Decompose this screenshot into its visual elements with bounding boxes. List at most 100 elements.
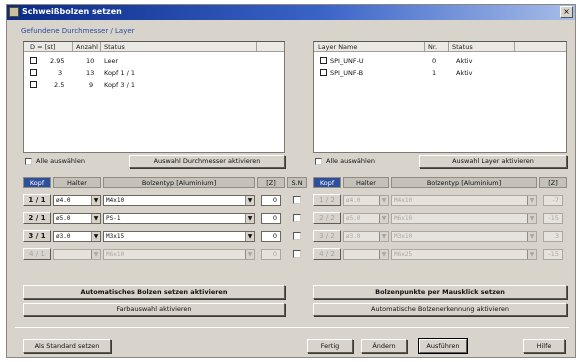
z-input[interactable]: 0 [261, 249, 281, 260]
layer-list[interactable]: Layer Name Nr. Status SPI_UNF-U 0 Aktiv … [313, 41, 567, 153]
halter-select[interactable]: ▼ [53, 249, 101, 260]
col-header-kopf-right: Kopf [313, 177, 341, 188]
halter-select[interactable]: ▼ [343, 249, 389, 260]
done-button[interactable]: Fertig [307, 339, 353, 353]
z-input[interactable]: 0 [261, 195, 281, 206]
list-item[interactable]: 3 13 Kopf 1 / 1 [24, 68, 284, 78]
chevron-down-icon[interactable]: ▼ [245, 214, 254, 223]
sn-checkbox[interactable] [293, 214, 301, 222]
chevron-down-icon[interactable]: ▼ [245, 232, 254, 241]
bolzentyp-select[interactable]: M4x10 ▼ [391, 195, 537, 206]
kopf-button[interactable]: 4 / 2 [313, 248, 341, 260]
halter-select[interactable]: ø3.0 ▼ [53, 231, 101, 242]
kopf-button[interactable]: 1 / 1 [23, 194, 51, 206]
bolzen-value: M4x10 [394, 197, 413, 204]
auto-bolts-button[interactable]: Automatisches Bolzen setzen aktivieren [23, 285, 285, 299]
activate-layers-button[interactable]: Auswahl Layer aktivieren [419, 155, 567, 168]
z-input[interactable]: -15 [543, 249, 563, 260]
kopf-button[interactable]: 4 / 1 [23, 248, 51, 260]
row-checkbox[interactable] [30, 69, 37, 76]
chevron-down-icon[interactable]: ▼ [379, 214, 388, 223]
halter-select[interactable]: ø3.0 ▼ [343, 231, 389, 242]
row-checkbox[interactable] [320, 69, 327, 76]
title-bar: Schweißbolzen setzen × [7, 5, 575, 20]
halter-select[interactable]: ø5.0 ▼ [343, 213, 389, 224]
chevron-down-icon[interactable]: ▼ [379, 196, 388, 205]
chevron-down-icon[interactable]: ▼ [91, 196, 100, 205]
row-checkbox[interactable] [30, 57, 37, 64]
col-header-z-right: [Z] [539, 177, 567, 188]
chevron-down-icon[interactable]: ▼ [245, 250, 254, 259]
kopf-button[interactable]: 3 / 1 [23, 230, 51, 242]
status-value: Kopf 1 / 1 [104, 69, 135, 77]
col-header-diameter[interactable]: D = [st] [30, 43, 56, 51]
bolzentyp-select[interactable]: M6x10 ▼ [391, 213, 537, 224]
halter-select[interactable]: ø4.0 ▼ [53, 195, 101, 206]
bolt-points-click-button[interactable]: Bolzenpunkte per Mausklick setzen [313, 285, 567, 299]
row-checkbox[interactable] [320, 57, 327, 64]
z-input[interactable]: 0 [261, 231, 281, 242]
halter-value: ø3.0 [56, 233, 71, 240]
count-value: 13 [86, 69, 95, 77]
chevron-down-icon[interactable]: ▼ [527, 214, 536, 223]
select-all-checkbox[interactable] [315, 158, 322, 165]
activate-diameters-button[interactable]: Auswahl Durchmesser aktivieren [129, 155, 285, 168]
bolzen-value: M6x25 [394, 251, 413, 258]
select-all-checkbox[interactable] [25, 158, 32, 165]
close-button[interactable]: × [560, 6, 573, 18]
halter-value: ø4.0 [346, 197, 361, 204]
bolzentyp-select[interactable]: M3x15 ▼ [103, 231, 255, 242]
bolzentyp-select[interactable]: M4x10 ▼ [103, 195, 255, 206]
bolzentyp-select[interactable]: M6x25 ▼ [391, 249, 537, 260]
chevron-down-icon[interactable]: ▼ [379, 250, 388, 259]
col-header-bolzentyp: Bolzentyp [Aluminium] [103, 177, 255, 188]
chevron-down-icon[interactable]: ▼ [527, 232, 536, 241]
chevron-down-icon[interactable]: ▼ [91, 250, 100, 259]
bolzentyp-select[interactable]: PS-1 ▼ [103, 213, 255, 224]
help-button[interactable]: Hilfe [523, 339, 565, 353]
diameter-list[interactable]: D = [st] Anzahl Status 2.95 10 Leer 3 13… [23, 41, 285, 153]
select-all-layers[interactable]: Alle auswählen [315, 157, 405, 167]
col-header-status[interactable]: Status [104, 43, 125, 51]
col-header-nr[interactable]: Nr. [428, 43, 437, 51]
chevron-down-icon[interactable]: ▼ [379, 232, 388, 241]
sn-checkbox[interactable] [293, 250, 301, 258]
bolzentyp-select[interactable]: M6x10 ▼ [103, 249, 255, 260]
list-item[interactable]: 2.95 10 Leer [24, 56, 284, 66]
z-input[interactable]: -7 [543, 195, 563, 206]
select-all-diameters[interactable]: Alle auswählen [25, 157, 115, 167]
set-default-button[interactable]: Als Standard setzen [23, 339, 111, 353]
halter-select[interactable]: ø4.0 ▼ [343, 195, 389, 206]
auto-detect-button[interactable]: Automatische Bolzenerkennung aktivieren [313, 303, 567, 316]
sn-checkbox[interactable] [293, 232, 301, 240]
sn-checkbox[interactable] [293, 196, 301, 204]
z-input[interactable]: -15 [543, 213, 563, 224]
change-button[interactable]: Ändern [361, 339, 407, 353]
col-header-count[interactable]: Anzahl [76, 43, 98, 51]
row-checkbox[interactable] [30, 81, 37, 88]
chevron-down-icon[interactable]: ▼ [91, 232, 100, 241]
diameter-value: 3 [58, 69, 63, 77]
color-select-button[interactable]: Farbauswahl aktivieren [23, 303, 285, 316]
kopf-button[interactable]: 2 / 1 [23, 212, 51, 224]
col-header-layer-status[interactable]: Status [452, 43, 473, 51]
z-input[interactable]: 3 [543, 231, 563, 242]
list-item[interactable]: 2.5 9 Kopf 3 / 1 [24, 80, 284, 90]
list-item[interactable]: SPI_UNF-U 0 Aktiv [314, 56, 566, 66]
diameter-list-header: D = [st] Anzahl Status [24, 42, 284, 52]
list-item[interactable]: SPI_UNF-B 1 Aktiv [314, 68, 566, 78]
z-input[interactable]: 0 [261, 213, 281, 224]
chevron-down-icon[interactable]: ▼ [91, 214, 100, 223]
chevron-down-icon[interactable]: ▼ [527, 250, 536, 259]
kopf-button[interactable]: 2 / 2 [313, 212, 341, 224]
layer-name: SPI_UNF-U [330, 57, 364, 65]
bolzentyp-select[interactable]: M3x10 ▼ [391, 231, 537, 242]
col-header-layer-name[interactable]: Layer Name [318, 43, 357, 51]
halter-select[interactable]: ø5.0 ▼ [53, 213, 101, 224]
kopf-button[interactable]: 3 / 2 [313, 230, 341, 242]
kopf-button[interactable]: 1 / 2 [313, 194, 341, 206]
chevron-down-icon[interactable]: ▼ [245, 196, 254, 205]
layer-nr: 1 [432, 69, 437, 77]
chevron-down-icon[interactable]: ▼ [527, 196, 536, 205]
execute-button[interactable]: Ausführen [418, 338, 468, 354]
